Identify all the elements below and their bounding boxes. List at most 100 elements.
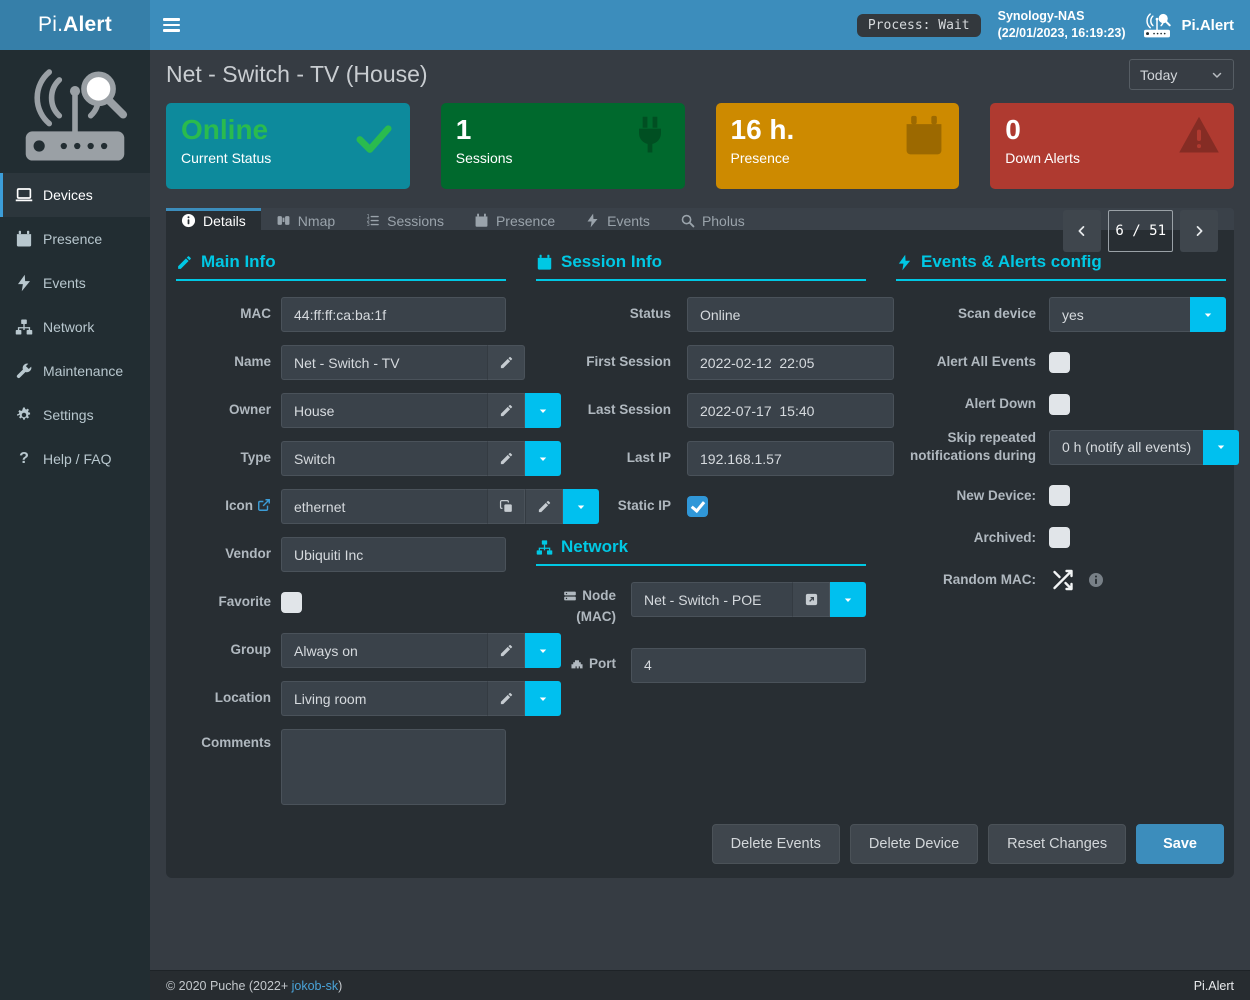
edit-owner-button[interactable] bbox=[487, 393, 525, 428]
tab-sessions[interactable]: Sessions bbox=[350, 208, 459, 230]
status-cards: Online Current Status 1 Sessions 16 h. P… bbox=[166, 103, 1234, 189]
reset-changes-button[interactable]: Reset Changes bbox=[988, 824, 1126, 864]
card-down-alerts[interactable]: 0 Down Alerts bbox=[990, 103, 1234, 189]
caret-down-icon bbox=[841, 593, 855, 607]
sidebar-item-settings[interactable]: Settings bbox=[0, 393, 150, 437]
tab-nmap[interactable]: Nmap bbox=[261, 208, 350, 230]
owner-field[interactable] bbox=[281, 393, 487, 428]
mac-field[interactable] bbox=[281, 297, 506, 332]
last-ip-label: Last IP bbox=[536, 449, 671, 467]
archived-label: Archived: bbox=[896, 529, 1036, 547]
sidebar-item-events[interactable]: Events bbox=[0, 261, 150, 305]
alert-all-events-checkbox[interactable] bbox=[1049, 352, 1070, 373]
navbar-brand-label: Pi.Alert bbox=[1181, 17, 1234, 34]
hamburger-menu-button[interactable] bbox=[163, 15, 185, 35]
skip-notifications-label: Skip repeated notifications during bbox=[896, 429, 1036, 465]
footer-link-jokob-sk[interactable]: jokob-sk bbox=[292, 979, 339, 993]
card-presence[interactable]: 16 h. Presence bbox=[716, 103, 960, 189]
info-circle-icon[interactable] bbox=[1088, 572, 1104, 588]
first-session-label: First Session bbox=[536, 353, 671, 371]
gear-icon bbox=[15, 406, 33, 424]
edit-location-button[interactable] bbox=[487, 681, 525, 716]
external-link-icon[interactable] bbox=[257, 498, 271, 512]
skip-notifications-select[interactable]: 0 h (notify all events) bbox=[1049, 430, 1203, 465]
favorite-checkbox[interactable] bbox=[281, 592, 302, 613]
delete-events-button[interactable]: Delete Events bbox=[712, 824, 840, 864]
host-timestamp: (22/01/2023, 16:19:23) bbox=[998, 25, 1126, 42]
delete-device-button[interactable]: Delete Device bbox=[850, 824, 978, 864]
skip-notifications-dropdown-button[interactable] bbox=[1203, 430, 1239, 465]
time-range-select[interactable]: Today bbox=[1129, 59, 1234, 90]
comments-textarea[interactable] bbox=[281, 729, 506, 805]
page-indicator: 6 / 51 bbox=[1108, 210, 1173, 252]
static-ip-label: Static IP bbox=[536, 497, 671, 515]
main-info-section: Main Info MAC Name bbox=[176, 252, 506, 818]
sidebar-item-help[interactable]: ? Help / FAQ bbox=[0, 437, 150, 481]
link-box-icon bbox=[804, 592, 819, 607]
name-field[interactable] bbox=[281, 345, 487, 380]
port-label: Port bbox=[536, 655, 616, 676]
edit-type-button[interactable] bbox=[487, 441, 525, 476]
port-field[interactable] bbox=[631, 648, 866, 683]
favorite-label: Favorite bbox=[176, 593, 271, 611]
pencil-icon bbox=[499, 355, 514, 370]
page-title: Net - Switch - TV (House) bbox=[166, 61, 428, 88]
sidebar-item-network[interactable]: Network bbox=[0, 305, 150, 349]
scan-device-dropdown-button[interactable] bbox=[1190, 297, 1226, 332]
type-field[interactable] bbox=[281, 441, 487, 476]
static-ip-checkbox[interactable] bbox=[687, 496, 708, 517]
navbar-brand[interactable]: Pi.Alert bbox=[1142, 12, 1234, 38]
card-sessions[interactable]: 1 Sessions bbox=[441, 103, 685, 189]
last-session-field[interactable] bbox=[687, 393, 894, 428]
group-field[interactable] bbox=[281, 633, 487, 668]
vendor-label: Vendor bbox=[176, 545, 271, 563]
pencil-icon bbox=[176, 254, 193, 271]
next-device-button[interactable] bbox=[1180, 210, 1218, 252]
tab-bar: Details Nmap Sessions Presence bbox=[166, 208, 1234, 230]
app-logo[interactable]: Pi.Alert bbox=[0, 0, 150, 50]
alert-all-events-label: Alert All Events bbox=[896, 353, 1036, 371]
check-icon bbox=[351, 117, 397, 157]
alert-down-checkbox[interactable] bbox=[1049, 394, 1070, 415]
sidebar-logo-image bbox=[0, 50, 150, 173]
tab-presence[interactable]: Presence bbox=[459, 208, 570, 230]
scan-device-select[interactable]: yes bbox=[1049, 297, 1190, 332]
node-mac-select[interactable]: Net - Switch - POE bbox=[631, 582, 792, 617]
device-pagination: 6 / 51 bbox=[1063, 210, 1218, 252]
edit-group-button[interactable] bbox=[487, 633, 525, 668]
sidebar-item-devices[interactable]: Devices bbox=[0, 173, 150, 217]
chevron-right-icon bbox=[1192, 224, 1206, 238]
tab-details[interactable]: Details bbox=[166, 208, 261, 230]
host-name: Synology-NAS bbox=[998, 8, 1126, 25]
copy-icon bbox=[499, 499, 514, 514]
app-window: Pi.Alert Process: Wait Synology-NAS (22/… bbox=[0, 0, 1250, 1000]
pencil-icon bbox=[499, 691, 514, 706]
first-session-field[interactable] bbox=[687, 345, 894, 380]
sidebar-item-maintenance[interactable]: Maintenance bbox=[0, 349, 150, 393]
card-current-status[interactable]: Online Current Status bbox=[166, 103, 410, 189]
footer: © 2020 Puche (2022+ jokob-sk) Pi.Alert bbox=[150, 970, 1250, 1000]
prev-device-button[interactable] bbox=[1063, 210, 1101, 252]
status-field[interactable] bbox=[687, 297, 894, 332]
open-node-button[interactable] bbox=[792, 582, 830, 617]
node-dropdown-button[interactable] bbox=[830, 582, 866, 617]
type-label: Type bbox=[176, 449, 271, 467]
main-info-header: Main Info bbox=[176, 252, 506, 281]
new-device-checkbox[interactable] bbox=[1049, 485, 1070, 506]
copy-icon-button[interactable] bbox=[487, 489, 525, 524]
sitemap-icon bbox=[536, 539, 553, 556]
save-button[interactable]: Save bbox=[1136, 824, 1224, 864]
last-ip-field[interactable] bbox=[687, 441, 894, 476]
chevron-left-icon bbox=[1075, 224, 1089, 238]
tab-events[interactable]: Events bbox=[570, 208, 665, 230]
laptop-icon bbox=[15, 186, 33, 204]
vendor-field[interactable] bbox=[281, 537, 506, 572]
scan-device-label: Scan device bbox=[896, 305, 1036, 323]
archived-checkbox[interactable] bbox=[1049, 527, 1070, 548]
edit-name-button[interactable] bbox=[487, 345, 525, 380]
sidebar-item-presence[interactable]: Presence bbox=[0, 217, 150, 261]
icon-field[interactable] bbox=[281, 489, 487, 524]
tab-pholus[interactable]: Pholus bbox=[665, 208, 760, 230]
server-icon bbox=[563, 589, 577, 608]
location-field[interactable] bbox=[281, 681, 487, 716]
